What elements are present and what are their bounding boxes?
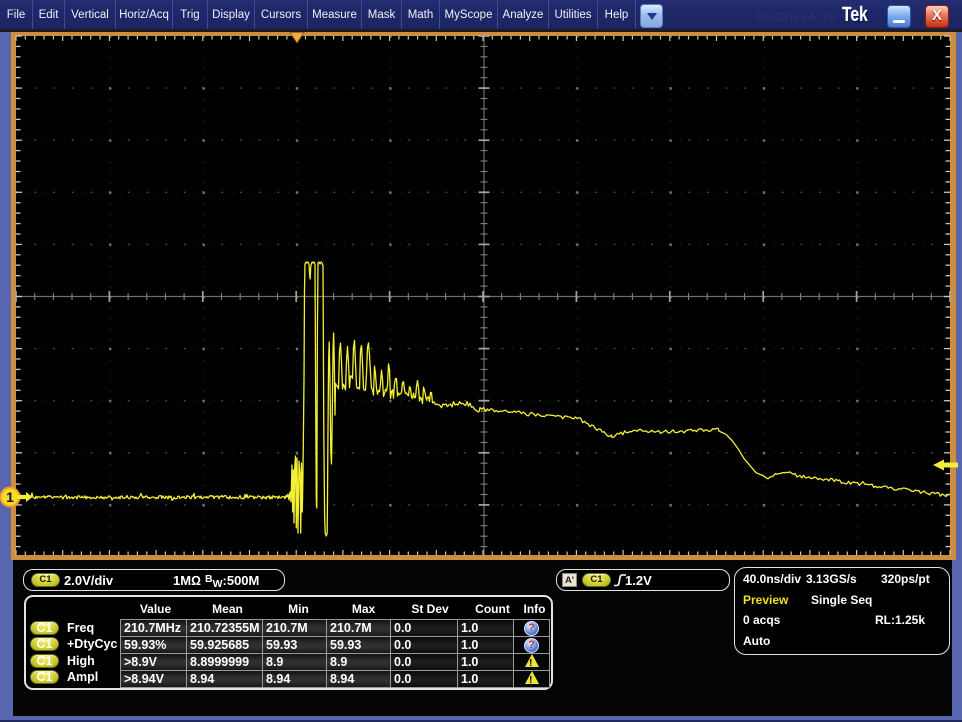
svg-text:1: 1 [6, 489, 14, 505]
